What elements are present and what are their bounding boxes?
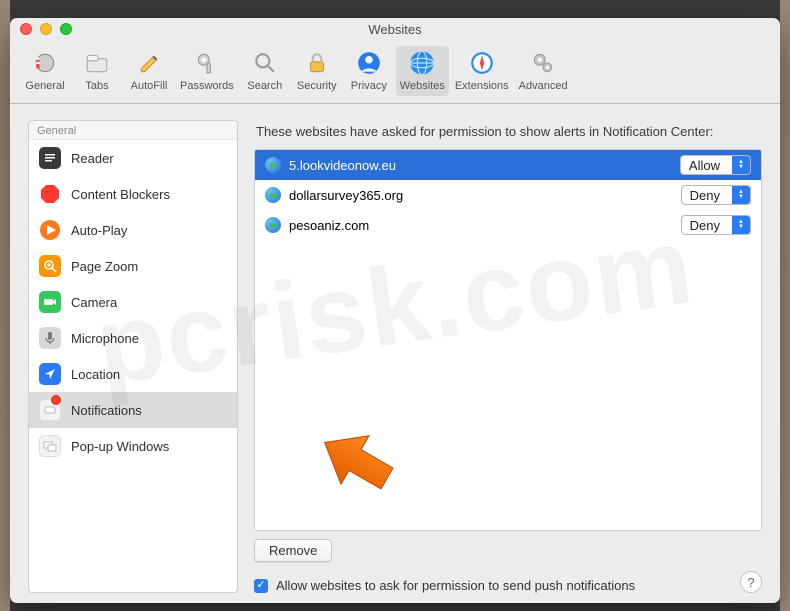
allow-push-checkbox[interactable]: ✓ — [254, 579, 268, 593]
sidebar-item-location[interactable]: Location — [29, 356, 237, 392]
gear-icon — [30, 48, 60, 78]
tab-label: General — [25, 80, 64, 92]
tab-label: Privacy — [351, 80, 387, 92]
search-icon — [250, 48, 280, 78]
sidebar: General Reader Content Blockers Auto-Pla… — [28, 120, 238, 593]
globe-icon — [265, 217, 281, 233]
sidebar-item-label: Camera — [71, 295, 117, 310]
website-domain: pesoaniz.com — [289, 218, 673, 233]
globe-icon — [407, 48, 437, 78]
tab-privacy[interactable]: Privacy — [344, 46, 394, 96]
globe-icon — [265, 157, 281, 173]
website-row[interactable]: pesoaniz.com Deny ▲▼ — [255, 210, 761, 240]
globe-icon — [265, 187, 281, 203]
permission-select[interactable]: Deny ▲▼ — [681, 215, 751, 235]
sidebar-item-popup-windows[interactable]: Pop-up Windows — [29, 428, 237, 464]
sidebar-item-page-zoom[interactable]: Page Zoom — [29, 248, 237, 284]
permission-value: Deny — [682, 188, 732, 203]
remove-button[interactable]: Remove — [254, 539, 332, 562]
sidebar-item-label: Reader — [71, 151, 114, 166]
stop-icon — [39, 183, 61, 205]
allow-push-label: Allow websites to ask for permission to … — [276, 578, 635, 593]
tab-label: Advanced — [519, 80, 568, 92]
sidebar-item-content-blockers[interactable]: Content Blockers — [29, 176, 237, 212]
tab-label: AutoFill — [131, 80, 168, 92]
permission-value: Allow — [681, 158, 732, 173]
sidebar-item-label: Notifications — [71, 403, 142, 418]
privacy-icon — [354, 48, 384, 78]
gears-icon — [528, 48, 558, 78]
website-domain: 5.lookvideonow.eu — [289, 158, 672, 173]
pane-heading: These websites have asked for permission… — [254, 120, 762, 149]
website-row[interactable]: 5.lookvideonow.eu Allow ▲▼ — [255, 150, 761, 180]
website-list: 5.lookvideonow.eu Allow ▲▼ dollarsurvey3… — [254, 149, 762, 531]
sidebar-item-label: Page Zoom — [71, 259, 138, 274]
tab-advanced[interactable]: Advanced — [515, 46, 572, 96]
tab-label: Tabs — [85, 80, 108, 92]
allow-push-row: ✓ Allow websites to ask for permission t… — [254, 568, 762, 593]
play-icon — [39, 219, 61, 241]
pencil-icon — [134, 48, 164, 78]
sidebar-item-reader[interactable]: Reader — [29, 140, 237, 176]
sidebar-item-label: Pop-up Windows — [71, 439, 169, 454]
reader-icon — [39, 147, 61, 169]
chevron-updown-icon: ▲▼ — [732, 216, 750, 234]
tabs-icon — [82, 48, 112, 78]
microphone-icon — [39, 327, 61, 349]
tab-search[interactable]: Search — [240, 46, 290, 96]
permission-value: Deny — [682, 218, 732, 233]
tab-label: Passwords — [180, 80, 234, 92]
toolbar: General Tabs AutoFill Passwords Search — [10, 40, 780, 104]
popup-icon — [39, 435, 61, 457]
sidebar-item-camera[interactable]: Camera — [29, 284, 237, 320]
website-domain: dollarsurvey365.org — [289, 188, 673, 203]
sidebar-item-auto-play[interactable]: Auto-Play — [29, 212, 237, 248]
lock-icon — [302, 48, 332, 78]
sidebar-item-notifications[interactable]: Notifications — [29, 392, 237, 428]
tab-general[interactable]: General — [20, 46, 70, 96]
sidebar-item-label: Location — [71, 367, 120, 382]
right-pane: These websites have asked for permission… — [254, 120, 762, 593]
sidebar-item-label: Auto-Play — [71, 223, 127, 238]
window-title: Websites — [10, 22, 780, 37]
camera-icon — [39, 291, 61, 313]
zoom-icon — [39, 255, 61, 277]
tab-label: Extensions — [455, 80, 509, 92]
badge-icon — [51, 395, 61, 405]
sidebar-section-header: General — [29, 121, 237, 140]
sidebar-item-label: Microphone — [71, 331, 139, 346]
titlebar: Websites — [10, 18, 780, 40]
website-row[interactable]: dollarsurvey365.org Deny ▲▼ — [255, 180, 761, 210]
tab-label: Search — [247, 80, 282, 92]
minimize-icon[interactable] — [40, 23, 52, 35]
tab-label: Websites — [400, 80, 445, 92]
tab-extensions[interactable]: Extensions — [451, 46, 513, 96]
chevron-updown-icon: ▲▼ — [732, 156, 750, 174]
key-icon — [192, 48, 222, 78]
chevron-updown-icon: ▲▼ — [732, 186, 750, 204]
preferences-window: Websites General Tabs AutoFill Passwords — [10, 18, 780, 603]
tab-autofill[interactable]: AutoFill — [124, 46, 174, 96]
tab-label: Security — [297, 80, 337, 92]
maximize-icon[interactable] — [60, 23, 72, 35]
location-icon — [39, 363, 61, 385]
close-icon[interactable] — [20, 23, 32, 35]
tab-security[interactable]: Security — [292, 46, 342, 96]
tab-passwords[interactable]: Passwords — [176, 46, 238, 96]
sidebar-item-label: Content Blockers — [71, 187, 170, 202]
tab-tabs[interactable]: Tabs — [72, 46, 122, 96]
help-button[interactable]: ? — [740, 571, 762, 593]
permission-select[interactable]: Deny ▲▼ — [681, 185, 751, 205]
compass-icon — [467, 48, 497, 78]
permission-select[interactable]: Allow ▲▼ — [680, 155, 751, 175]
tab-websites[interactable]: Websites — [396, 46, 449, 96]
sidebar-item-microphone[interactable]: Microphone — [29, 320, 237, 356]
window-controls — [20, 23, 72, 35]
